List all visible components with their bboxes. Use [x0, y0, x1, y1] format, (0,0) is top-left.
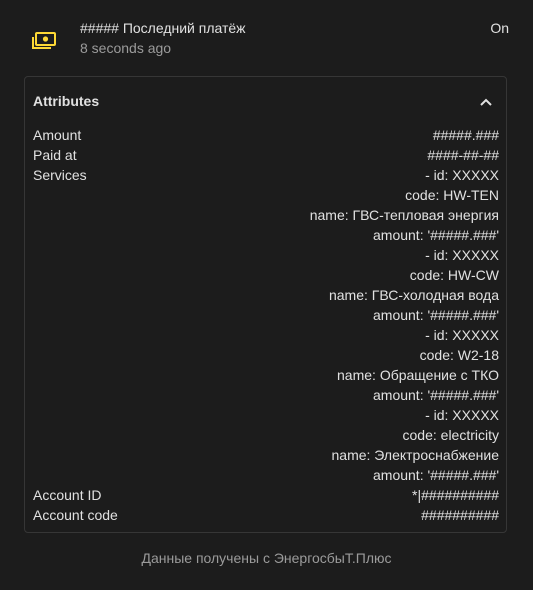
attributes-panel: Attributes Amount #####.### Paid at ####…	[24, 76, 507, 533]
chevron-up-icon[interactable]	[478, 94, 494, 110]
service-line: amount: '#####.###'	[373, 387, 499, 403]
last-changed: 8 seconds ago	[80, 40, 172, 56]
service-line: - id: XXXXX	[425, 407, 499, 423]
service-line: - id: XXXXX	[425, 247, 499, 263]
attributes-toggle[interactable]: Attributes	[25, 77, 506, 125]
service-line: code: HW-CW	[409, 267, 499, 283]
attribute-value: *|##########	[412, 487, 499, 503]
service-line: code: electricity	[402, 427, 499, 443]
attribution-text: Данные получены с ЭнергосбыТ.Плюс	[141, 550, 392, 566]
attribute-row-services: Services - id: XXXXX code: HW-TEN name: …	[33, 165, 499, 485]
service-line: name: ГВС-тепловая энергия	[309, 207, 499, 223]
service-line: - id: XXXXX	[425, 167, 499, 183]
attribute-key: Paid at	[33, 147, 77, 163]
service-line: amount: '#####.###'	[373, 307, 499, 323]
entity-header[interactable]: ##### Последний платёж 8 seconds ago On	[0, 0, 533, 70]
attribute-row-paid-at: Paid at ####-##-##	[33, 145, 499, 165]
entity-name: ##### Последний платёж	[80, 20, 246, 36]
attribute-value: ####-##-##	[427, 147, 499, 163]
service-line: code: W2-18	[419, 347, 499, 363]
attribute-row-amount: Amount #####.###	[33, 125, 499, 145]
attribute-value: ##########	[421, 507, 499, 523]
service-line: amount: '#####.###'	[373, 467, 499, 483]
service-line: name: ГВС-холодная вода	[328, 287, 499, 303]
service-line: - id: XXXXX	[425, 327, 499, 343]
service-line: name: Электроснабжение	[331, 447, 500, 463]
service-line: amount: '#####.###'	[373, 227, 499, 243]
attribute-key: Account code	[33, 507, 118, 523]
entity-state: On	[490, 20, 509, 36]
attribute-row-account-code: Account code ##########	[33, 505, 499, 525]
attribute-key: Services	[33, 167, 87, 183]
attribute-key: Amount	[33, 127, 82, 143]
attribute-value: #####.###	[432, 127, 499, 143]
attribute-key: Account ID	[33, 487, 102, 503]
attributes-list: Amount #####.### Paid at ####-##-## Serv…	[33, 125, 499, 525]
attribute-row-account-id: Account ID *|##########	[33, 485, 499, 505]
attributes-title: Attributes	[33, 93, 100, 109]
service-line: code: HW-TEN	[405, 187, 499, 203]
cash-icon	[32, 32, 56, 49]
attribute-value: - id: XXXXX code: HW-TEN name: ГВС-тепло…	[310, 165, 499, 485]
service-line: name: Обращение с ТКО	[337, 367, 499, 383]
